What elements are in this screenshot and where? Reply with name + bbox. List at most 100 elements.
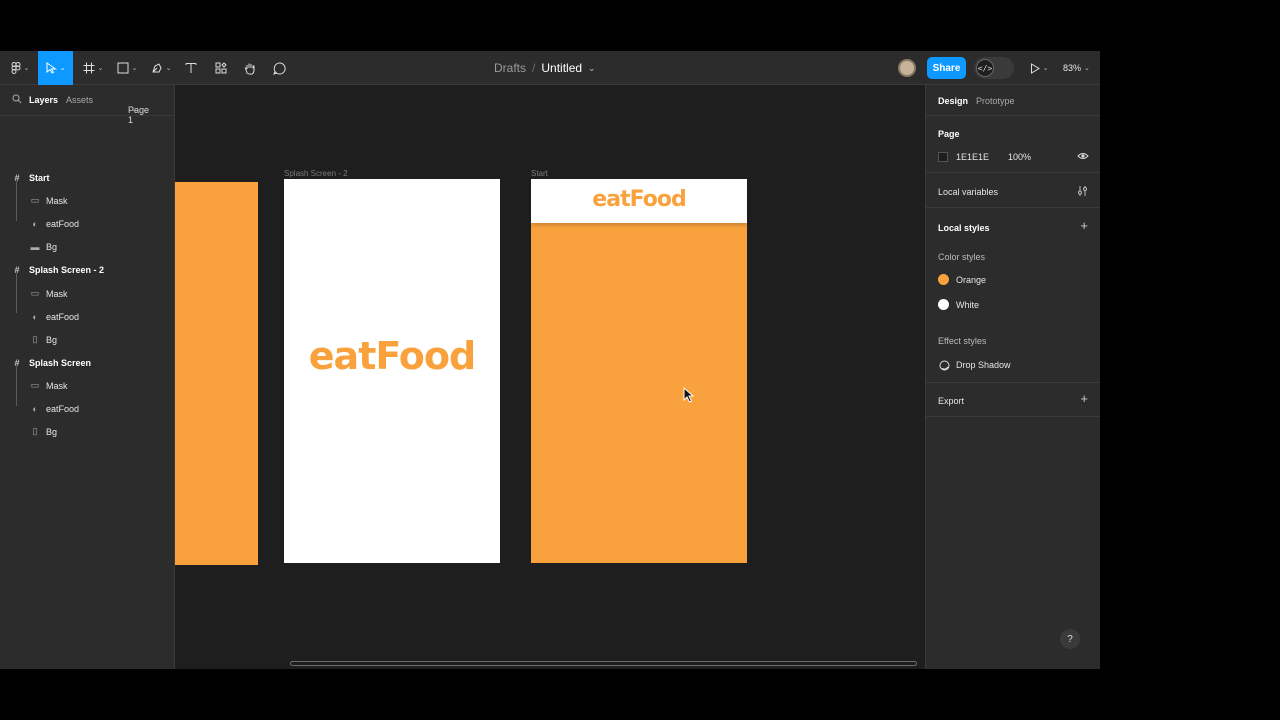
color-style-white[interactable]: White [956,300,979,310]
page-section-heading: Page [938,129,960,139]
move-tool-button[interactable]: ⌄ [38,51,73,85]
play-icon [1030,62,1040,74]
chevron-down-icon: ⌄ [1084,65,1090,72]
main-menu-icon [11,62,21,74]
dev-mode-toggle[interactable]: </> [974,57,1014,79]
tab-design[interactable]: Design [938,96,968,106]
chevron-down-icon: ⌄ [1042,65,1049,72]
frame-tool-button[interactable]: ⌄ [79,51,107,85]
eatfood-logo: eatFood [592,187,686,212]
layer-mask[interactable]: ▭ Mask [0,189,174,212]
divider [926,115,1100,116]
page-color-value[interactable]: 1E1E1E [956,152,989,162]
zoom-level: 83% [1063,63,1082,73]
layer-name: Bg [46,241,58,252]
add-export-icon[interactable]: + [1080,391,1088,406]
layer-frame-splash-screen-2[interactable]: # Splash Screen - 2 [0,258,174,281]
frame-label-splash-screen-2[interactable]: Splash Screen - 2 [284,169,348,178]
chevron-down-icon: ⌄ [23,65,30,72]
variables-settings-icon[interactable] [1077,185,1088,199]
pen-tool-button[interactable]: ⌄ [147,51,175,85]
text-tool-button[interactable] [181,51,201,85]
chevron-down-icon: ⌄ [165,65,172,72]
tab-assets[interactable]: Assets [66,95,93,105]
divider [926,172,1100,173]
chevron-down-icon: ⌄ [97,65,104,72]
layer-bg[interactable]: ▯ Bg [0,420,174,443]
file-name[interactable]: Untitled [541,61,582,75]
help-button[interactable]: ? [1060,629,1080,649]
avatar[interactable] [898,59,916,77]
layers-panel: Layers Assets Page 1 ⌄ # Start ▭ Mask ◐ e… [0,85,175,669]
color-style-orange[interactable]: Orange [956,275,986,285]
layer-name: Bg [46,334,58,345]
present-button[interactable]: ⌄ [1026,51,1052,85]
eatfood-logo: eatFood [308,334,476,378]
layer-eatfood[interactable]: ◐ eatFood [0,397,174,420]
layer-mask[interactable]: ▭ Mask [0,282,174,305]
export-heading: Export [938,396,965,406]
design-panel: Design Prototype Page 1E1E1E 100% Local … [925,85,1100,669]
frame-tool-icon [83,62,95,74]
layer-name: Mask [46,288,68,299]
frame-label-start[interactable]: Start [531,169,548,178]
white-color-swatch[interactable] [938,299,949,310]
tab-layers[interactable]: Layers [29,95,58,105]
layer-eatfood[interactable]: ◐ eatFood [0,212,174,235]
rectangle-icon: ▭ [30,195,40,205]
page-opacity-value[interactable]: 100% [1008,152,1031,162]
rectangle-icon: ▭ [30,380,40,390]
layer-name: eatFood [46,218,80,229]
share-button[interactable]: Share [927,57,966,79]
layer-eatfood[interactable]: ◐ eatFood [0,305,174,328]
zoom-menu[interactable]: 83% ⌄ [1063,51,1090,85]
local-variables[interactable]: Local variables [938,187,998,197]
layer-name: Mask [46,380,68,391]
layer-frame-splash-screen[interactable]: # Splash Screen [0,351,174,374]
frame-start[interactable]: eatFood [531,179,747,563]
divider [926,382,1100,383]
layer-name: eatFood [46,311,80,322]
hand-tool-icon [244,63,255,75]
tab-prototype[interactable]: Prototype [976,96,1015,106]
canvas[interactable]: Splash Screen - 2 eatFood Start eatFood [175,85,925,669]
component-icon: ◐ [32,218,38,229]
cursor-icon [683,387,695,403]
color-styles-heading: Color styles [938,252,986,262]
comment-tool-button[interactable] [269,51,289,85]
horizontal-scrollbar[interactable] [290,661,917,666]
component-icon: ◐ [32,403,38,414]
rectangle-icon: ▭ [30,288,40,298]
search-icon[interactable] [12,94,22,106]
layer-mask[interactable]: ▭ Mask [0,374,174,397]
toolbar: ⌄ ⌄ ⌄ ⌄ ⌄ Drafts / Untitled ⌄ Share </> … [0,51,1100,85]
shape-tool-button[interactable]: ⌄ [113,51,141,85]
chevron-down-icon: ⌄ [59,65,66,72]
layer-name: Start [29,172,50,183]
rectangle-icon: ▬ [30,241,40,252]
breadcrumb: Drafts / Untitled ⌄ [494,51,596,85]
breadcrumb-drafts[interactable]: Drafts [494,61,526,75]
resources-icon [215,62,227,74]
chevron-down-icon[interactable]: ⌄ [588,63,596,74]
effect-style-drop-shadow[interactable]: Drop Shadow [956,360,1011,370]
resources-button[interactable] [211,51,231,85]
add-style-icon[interactable]: + [1080,218,1088,233]
layer-name: eatFood [46,403,80,414]
layer-frame-start[interactable]: # Start [0,166,174,189]
layer-bg[interactable]: ▬ Bg [0,235,174,258]
shape-tool-icon [117,62,129,74]
layer-name: Bg [46,426,58,437]
layer-bg[interactable]: ▯ Bg [0,328,174,351]
eye-icon[interactable] [1077,151,1089,163]
frame-splash-screen-2[interactable]: eatFood [284,179,500,563]
layer-name: Splash Screen - 2 [29,264,105,275]
orange-color-swatch[interactable] [938,274,949,285]
hand-tool-button[interactable] [240,51,260,85]
comment-tool-icon [272,61,286,75]
drop-shadow-icon [939,360,950,373]
main-menu-button[interactable]: ⌄ [6,51,34,85]
page-color-swatch[interactable] [938,152,948,162]
layer-name: Mask [46,195,68,206]
frame-splash-screen[interactable] [175,182,258,565]
